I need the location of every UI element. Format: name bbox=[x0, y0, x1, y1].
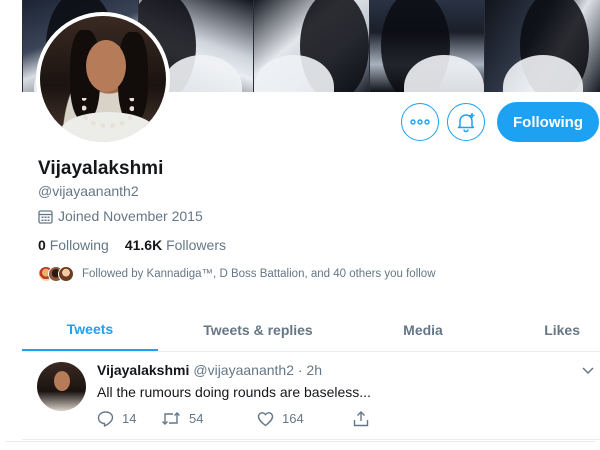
profile-avatar[interactable] bbox=[36, 12, 170, 146]
banner-photo-3 bbox=[253, 0, 369, 92]
divider bbox=[6, 441, 596, 442]
reply-count: 14 bbox=[122, 411, 137, 426]
tab-likes[interactable]: Likes bbox=[488, 308, 600, 351]
notifications-button[interactable] bbox=[447, 103, 485, 141]
followed-by[interactable]: Followed by Kannadiga™, D Boss Battalion… bbox=[38, 266, 436, 282]
joined-text: Joined November 2015 bbox=[58, 208, 203, 224]
profile-stats: 0 Following 41.6K Followers bbox=[38, 237, 226, 253]
share-button[interactable] bbox=[353, 410, 393, 427]
mutual-avatars bbox=[38, 266, 74, 282]
tweet-meta: @vijayaananth2 · 2h bbox=[193, 362, 322, 378]
profile-handle: @vijayaananth2 bbox=[38, 183, 139, 199]
tweet-actions: 14 54 164 bbox=[97, 410, 393, 427]
followers-label: Followers bbox=[166, 237, 226, 253]
bell-plus-icon bbox=[457, 113, 475, 133]
banner-photo-4 bbox=[368, 0, 485, 92]
profile-tabs: Tweets Tweets & replies Media Likes bbox=[22, 308, 600, 352]
retweet-button[interactable]: 54 bbox=[161, 410, 257, 427]
tweet-avatar[interactable] bbox=[37, 362, 86, 411]
following-button[interactable]: Following bbox=[497, 102, 599, 142]
more-button[interactable] bbox=[401, 103, 439, 141]
mutual-avatar bbox=[58, 266, 74, 282]
reply-button[interactable]: 14 bbox=[97, 410, 161, 427]
tweet-text: All the rumours doing rounds are baseles… bbox=[97, 384, 371, 400]
joined-date: Joined November 2015 bbox=[38, 208, 203, 224]
profile-name: Vijayalakshmi bbox=[38, 158, 164, 179]
more-icon bbox=[410, 119, 430, 125]
following-label: Following bbox=[49, 237, 109, 253]
like-button[interactable]: 164 bbox=[257, 410, 353, 427]
tweet-header: Vijayalakshmi @vijayaananth2 · 2h bbox=[97, 362, 322, 378]
following-count: 0 bbox=[38, 237, 46, 253]
like-count: 164 bbox=[282, 411, 304, 426]
heart-icon bbox=[257, 411, 274, 426]
followers-count: 41.6K bbox=[124, 237, 163, 253]
tweet-menu-chevron-icon[interactable] bbox=[582, 362, 594, 378]
retweet-count: 54 bbox=[189, 411, 204, 426]
reply-icon bbox=[97, 411, 114, 427]
following-stat[interactable]: 0 Following bbox=[38, 237, 109, 253]
tweet[interactable]: Vijayalakshmi @vijayaananth2 · 2h All th… bbox=[22, 352, 600, 440]
retweet-icon bbox=[162, 412, 180, 425]
banner-photo-5 bbox=[484, 0, 600, 92]
tweet-author-name[interactable]: Vijayalakshmi bbox=[97, 362, 189, 378]
followers-stat[interactable]: 41.6K Followers bbox=[125, 237, 226, 253]
tab-tweets-replies[interactable]: Tweets & replies bbox=[158, 308, 358, 351]
followed-by-text: Followed by Kannadiga™, D Boss Battalion… bbox=[82, 268, 436, 280]
tab-media[interactable]: Media bbox=[358, 308, 488, 351]
calendar-icon bbox=[38, 209, 53, 224]
share-icon bbox=[353, 411, 369, 427]
tab-tweets[interactable]: Tweets bbox=[22, 308, 158, 351]
